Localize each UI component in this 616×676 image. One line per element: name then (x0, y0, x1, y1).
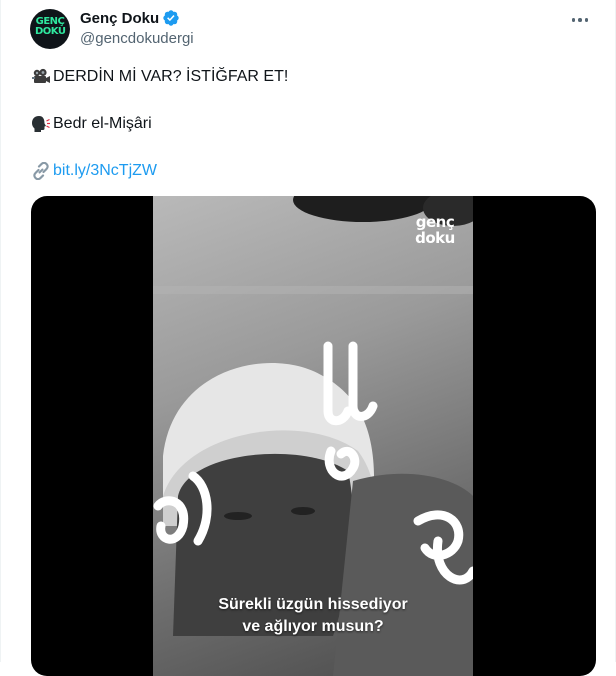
tweet-text-line-speaker: Bedr el-Mişâri (31, 114, 152, 134)
subtitle-line2: ve ağlıyor musun? (242, 618, 384, 635)
tweet-short-link[interactable]: bit.ly/3NcTjZW (53, 161, 157, 181)
avatar-logo: GENÇ DOKU (35, 17, 66, 37)
tweet-text-line-title: DERDİN Mİ VAR? İSTİĞFAR ET! (31, 67, 288, 87)
watermark-line2: doku (415, 229, 455, 247)
movie-camera-icon (31, 68, 51, 86)
author-name-row: Genç Doku (80, 8, 180, 28)
tweet-card[interactable]: GENÇ DOKU Genç Doku @gencdokudergi DERDİ… (0, 0, 616, 676)
more-options-button[interactable] (563, 6, 597, 34)
video-frame: genç doku Sürekli üzgün hissediyor ve ağ… (153, 196, 473, 676)
subtitle-line1: Sürekli üzgün hissediyor (218, 596, 408, 613)
avatar-logo-line2: DOKU (35, 26, 66, 37)
video-subtitle: Sürekli üzgün hissediyor ve ağlıyor musu… (153, 594, 473, 638)
author-display-name[interactable]: Genç Doku (80, 10, 159, 27)
tweet-text-line-link: bit.ly/3NcTjZW (31, 161, 157, 181)
avatar[interactable]: GENÇ DOKU (30, 9, 70, 49)
link-icon (31, 161, 51, 181)
brand-watermark: genç doku (415, 214, 455, 246)
more-horizontal-icon (571, 18, 589, 22)
verified-badge-icon (162, 9, 180, 27)
watermark-line1: genç (415, 213, 455, 231)
author-handle[interactable]: @gencdokudergi (80, 30, 194, 47)
speaking-head-icon (31, 115, 51, 133)
tweet-title-text: DERDİN Mİ VAR? İSTİĞFAR ET! (53, 68, 289, 85)
video-player[interactable]: genç doku Sürekli üzgün hissediyor ve ağ… (31, 196, 596, 676)
tweet-speaker-text: Bedr el-Mişâri (53, 115, 152, 132)
